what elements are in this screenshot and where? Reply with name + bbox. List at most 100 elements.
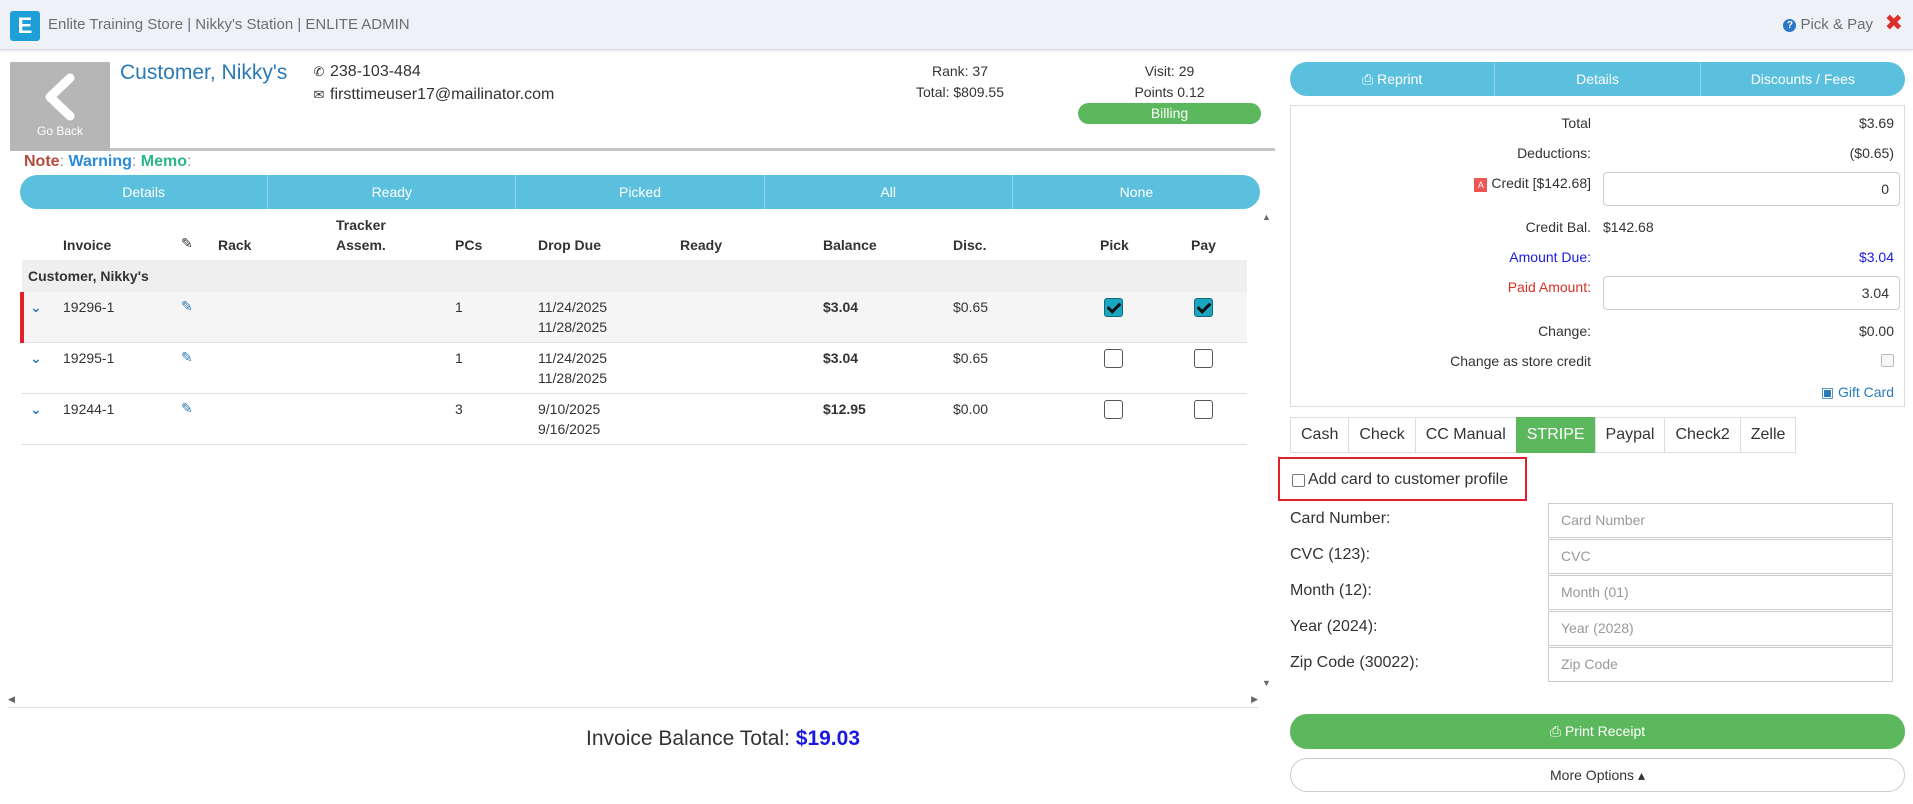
store-credit-label: Change as store credit xyxy=(1450,353,1591,369)
due-date: 11/28/2025 xyxy=(538,319,608,335)
customer-rank: Rank: 37 xyxy=(931,63,989,79)
zip-input[interactable]: Zip Code xyxy=(1548,647,1893,682)
col-pick[interactable]: Pick xyxy=(1100,237,1129,253)
customer-group-row: Customer, Nikky's xyxy=(22,260,1247,292)
pdf-icon[interactable]: A xyxy=(1474,178,1488,192)
col-balance[interactable]: Balance xyxy=(823,237,877,253)
pick-checkbox[interactable] xyxy=(1104,349,1123,368)
email-value: firsttimeuser17@mailinator.com xyxy=(330,86,555,103)
balance-value: $3.04 xyxy=(823,350,859,366)
scroll-right-arrow[interactable]: ▶ xyxy=(1251,694,1258,705)
disc-value: $0.65 xyxy=(953,350,989,366)
filter-ready[interactable]: Ready xyxy=(268,175,517,209)
go-back-button[interactable]: Go Back xyxy=(10,62,110,151)
customer-name[interactable]: Customer, Nikky's xyxy=(120,61,287,85)
month-label: Month (12): xyxy=(1290,582,1372,599)
pay-tab-zelle[interactable]: Zelle xyxy=(1739,417,1797,453)
edit-icon[interactable]: ✎ xyxy=(181,349,193,366)
paid-amount-input[interactable]: 3.04 xyxy=(1603,276,1900,310)
cvc-input[interactable]: CVC xyxy=(1548,539,1893,574)
pay-checkbox[interactable] xyxy=(1194,400,1213,419)
col-tracker[interactable]: Tracker xyxy=(336,217,386,233)
col-drop-due[interactable]: Drop Due xyxy=(538,237,601,253)
col-invoice[interactable]: Invoice xyxy=(63,237,111,253)
credit-input[interactable]: 0 xyxy=(1603,172,1900,206)
year-input[interactable]: Year (2028) xyxy=(1548,611,1893,646)
details-button[interactable]: Details xyxy=(1495,62,1701,96)
credit-label: A Credit [$142.68] xyxy=(1474,175,1591,192)
filter-picked[interactable]: Picked xyxy=(516,175,765,209)
pay-tab-cc-manual[interactable]: CC Manual xyxy=(1414,417,1517,453)
add-card-checkbox[interactable] xyxy=(1292,474,1305,487)
invoice-total-amount: $19.03 xyxy=(795,727,860,750)
pick-pay-help[interactable]: ? Pick & Pay xyxy=(1783,16,1873,33)
pick-checkbox[interactable] xyxy=(1104,400,1123,419)
cvc-label: CVC (123): xyxy=(1290,546,1371,563)
month-input[interactable]: Month (01) xyxy=(1548,575,1893,610)
invoice-number[interactable]: 19244-1 xyxy=(63,401,114,417)
total-value: $3.69 xyxy=(1858,115,1894,131)
divider xyxy=(110,148,1275,151)
go-back-label: Go Back xyxy=(36,124,84,138)
app-logo-icon[interactable]: E xyxy=(10,11,40,41)
filter-details[interactable]: Details xyxy=(20,175,269,209)
chevron-down-icon[interactable]: ⌄ xyxy=(30,401,42,418)
note-label[interactable]: Note xyxy=(24,153,60,170)
pcs-value: 1 xyxy=(455,350,463,366)
pay-checkbox[interactable] xyxy=(1194,298,1213,317)
pay-tab-cash[interactable]: Cash xyxy=(1290,417,1350,453)
scroll-up-arrow[interactable]: ▲ xyxy=(1262,212,1271,222)
card-number-input[interactable]: Card Number xyxy=(1548,503,1893,538)
add-card-highlight: Add card to customer profile xyxy=(1278,457,1527,501)
pay-tab-paypal[interactable]: Paypal xyxy=(1594,417,1666,453)
invoice-number[interactable]: 19295-1 xyxy=(63,350,114,366)
col-rack[interactable]: Rack xyxy=(218,237,251,253)
table-row[interactable]: ⌄ 19295-1 ✎ 1 11/24/2025 11/28/2025 $3.0… xyxy=(22,343,1247,394)
horizontal-scrollbar[interactable]: ◀ ▶ xyxy=(8,694,1258,708)
print-receipt-button[interactable]: ⎙ Print Receipt xyxy=(1290,714,1905,749)
balance-value: $3.04 xyxy=(823,299,859,315)
close-icon[interactable]: ✖ xyxy=(1885,10,1903,36)
edit-icon[interactable]: ✎ xyxy=(181,298,193,315)
print-icon: ⎙ xyxy=(1362,71,1378,87)
discounts-fees-button[interactable]: Discounts / Fees xyxy=(1701,62,1905,96)
invoice-table-header: Invoice ✎ Rack Tracker Assem. PCs Drop D… xyxy=(22,215,1247,260)
reprint-button[interactable]: ⎙ Reprint xyxy=(1290,62,1496,96)
col-disc[interactable]: Disc. xyxy=(953,237,986,253)
col-pcs[interactable]: PCs xyxy=(455,237,482,253)
pay-tab-stripe[interactable]: STRIPE xyxy=(1515,417,1596,453)
warning-label[interactable]: Warning xyxy=(68,153,131,170)
add-card-label[interactable]: Add card to customer profile xyxy=(1308,471,1508,489)
memo-label[interactable]: Memo xyxy=(141,153,187,170)
scroll-left-arrow[interactable]: ◀ xyxy=(8,694,15,705)
chevron-down-icon[interactable]: ⌄ xyxy=(30,350,42,367)
table-row[interactable]: ⌄ 19244-1 ✎ 3 9/10/2025 9/16/2025 $12.95… xyxy=(22,394,1247,445)
card-number-label: Card Number: xyxy=(1290,510,1391,527)
customer-points: Points 0.12 xyxy=(1134,84,1205,100)
col-ready[interactable]: Ready xyxy=(680,237,722,253)
app-title: Enlite Training Store | Nikky's Station … xyxy=(48,16,410,33)
year-label: Year (2024): xyxy=(1290,618,1378,635)
more-options-button[interactable]: More Options ▴ xyxy=(1290,758,1905,792)
total-label: Total xyxy=(1561,115,1591,131)
billing-badge[interactable]: Billing xyxy=(1078,103,1261,124)
customer-email: ✉ firsttimeuser17@mailinator.com xyxy=(312,86,555,104)
col-pay[interactable]: Pay xyxy=(1191,237,1216,253)
filter-all[interactable]: All xyxy=(765,175,1013,209)
table-row[interactable]: ⌄ 19296-1 ✎ 1 11/24/2025 11/28/2025 $3.0… xyxy=(20,292,1247,343)
pay-tab-check2[interactable]: Check2 xyxy=(1664,417,1741,453)
id-card-icon: ▣ xyxy=(1820,384,1838,400)
gift-card-link[interactable]: ▣ Gift Card xyxy=(1821,384,1894,401)
filter-none[interactable]: None xyxy=(1013,175,1260,209)
edit-icon[interactable]: ✎ xyxy=(181,400,193,417)
pay-checkbox[interactable] xyxy=(1194,349,1213,368)
invoice-number[interactable]: 19296-1 xyxy=(63,299,114,315)
pay-tab-check[interactable]: Check xyxy=(1348,417,1416,453)
store-credit-checkbox[interactable] xyxy=(1881,354,1894,367)
amount-due-label: Amount Due: xyxy=(1509,249,1591,265)
pick-checkbox[interactable] xyxy=(1104,298,1123,317)
col-assem[interactable]: Assem. xyxy=(336,237,386,253)
chevron-down-icon[interactable]: ⌄ xyxy=(30,299,42,316)
credit-bal-value: $142.68 xyxy=(1603,219,1654,235)
scroll-down-arrow[interactable]: ▼ xyxy=(1262,678,1271,688)
